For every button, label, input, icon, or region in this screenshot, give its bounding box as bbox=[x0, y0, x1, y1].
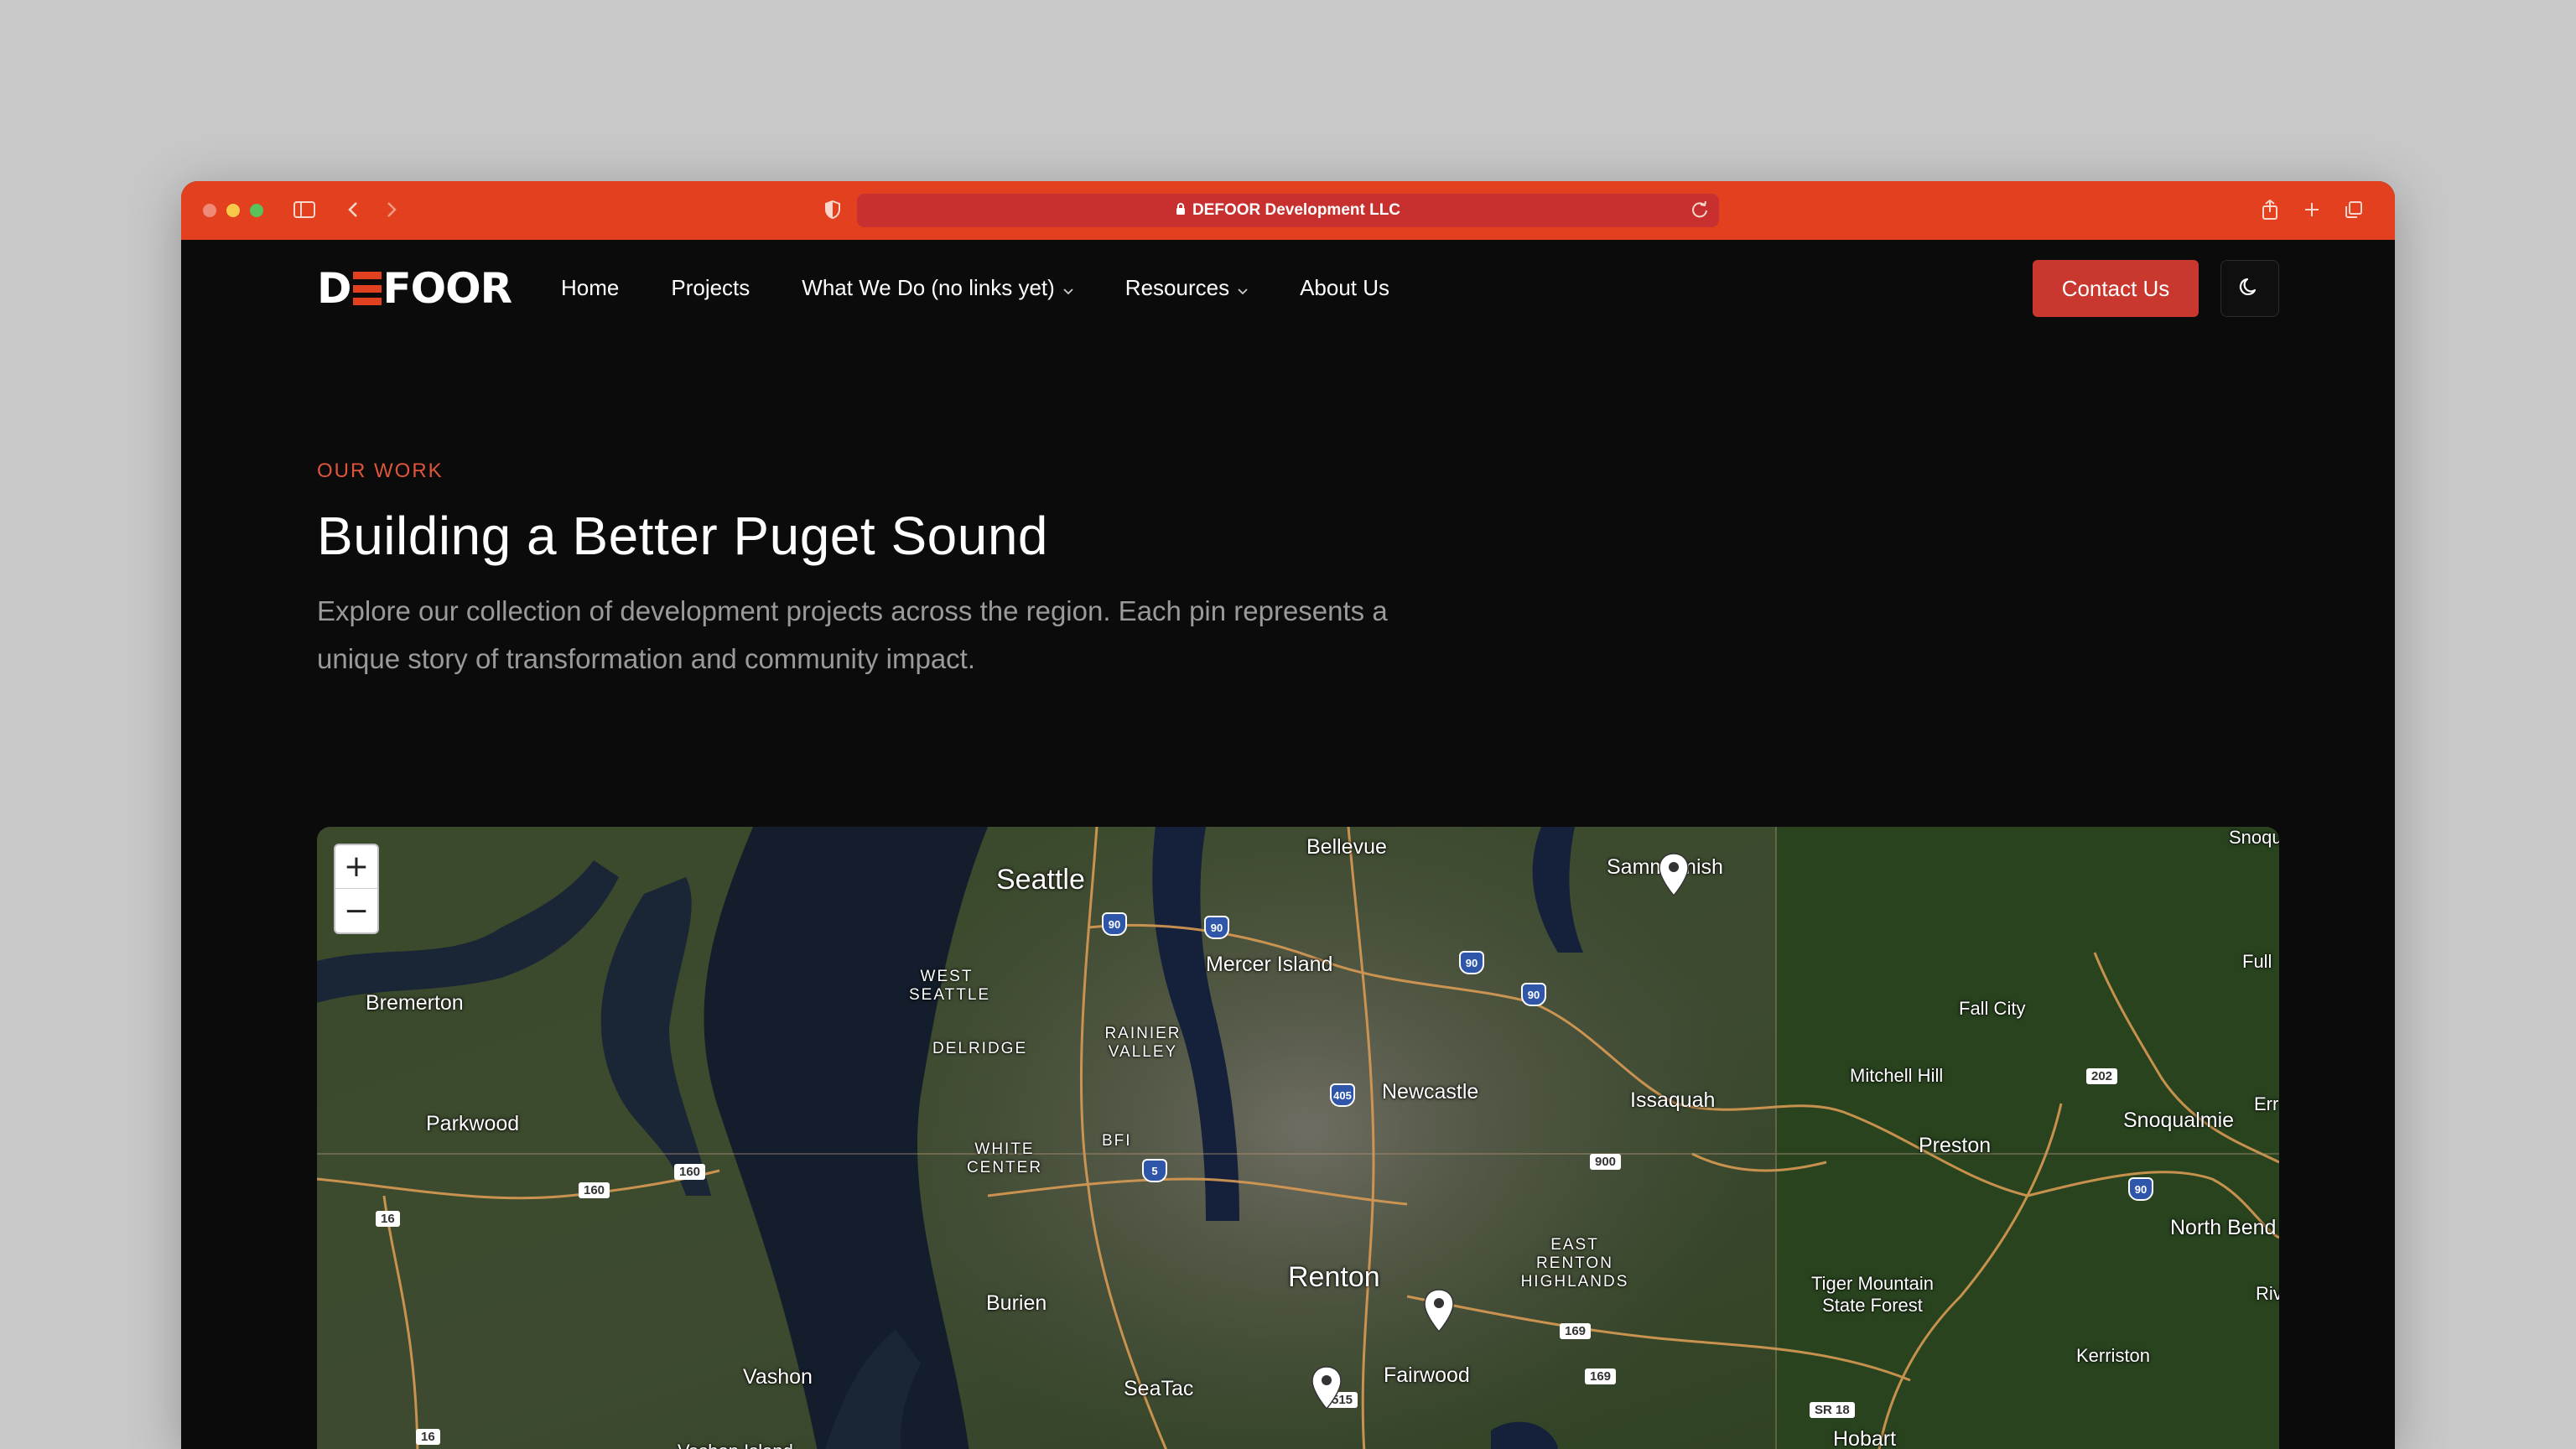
map-label-newcastle: Newcastle bbox=[1382, 1080, 1479, 1104]
route-shield-i5: 5 bbox=[1142, 1159, 1167, 1182]
logo-letter-d: D bbox=[317, 264, 352, 313]
nav-home[interactable]: Home bbox=[561, 275, 619, 301]
route-shield-169: 169 bbox=[1560, 1323, 1592, 1339]
close-window-button[interactable] bbox=[203, 204, 216, 217]
map-label-seatac: SeaTac bbox=[1124, 1377, 1194, 1400]
project-pin-seatac[interactable] bbox=[1310, 1365, 1343, 1410]
new-tab-icon[interactable] bbox=[2299, 195, 2324, 225]
route-shield-i90: 90 bbox=[1459, 951, 1484, 974]
map-label-snoqualmie: Snoqualmie bbox=[2123, 1109, 2235, 1132]
route-shield-i405: 405 bbox=[1330, 1083, 1355, 1107]
map-label-tiger-mountain: Tiger Mountain State Forest bbox=[1811, 1273, 1934, 1316]
nav-resources[interactable]: Resources bbox=[1125, 275, 1248, 301]
map-label-renton: Renton bbox=[1288, 1261, 1380, 1293]
sidebar-toggle-icon[interactable] bbox=[290, 195, 319, 225]
contact-us-button[interactable]: Contact Us bbox=[2033, 260, 2199, 317]
route-shield-sr18: SR 18 bbox=[1810, 1402, 1855, 1418]
route-shield-i90: 90 bbox=[1102, 912, 1127, 936]
map-label-bellevue: Bellevue bbox=[1306, 835, 1387, 859]
map-label-riv: Riv bbox=[2256, 1283, 2279, 1304]
project-pin-sammamish[interactable] bbox=[1657, 852, 1690, 897]
section-eyebrow: OUR WORK bbox=[317, 460, 444, 482]
minimize-window-button[interactable] bbox=[226, 204, 240, 217]
route-shield-i90: 90 bbox=[1204, 916, 1229, 939]
nav-what-we-do[interactable]: What We Do (no links yet) bbox=[802, 275, 1073, 301]
map-label-parkwood: Parkwood bbox=[426, 1112, 520, 1135]
map-label-mitchell-hill: Mitchell Hill bbox=[1850, 1065, 1944, 1086]
route-shield-i90: 90 bbox=[2128, 1177, 2153, 1201]
moon-icon bbox=[2238, 275, 2262, 303]
map-label-east-renton-highlands: EAST RENTON HIGHLANDS bbox=[1520, 1236, 1629, 1291]
route-shield-160: 160 bbox=[579, 1182, 610, 1198]
map-label-kerriston: Kerriston bbox=[2076, 1345, 2151, 1366]
lock-icon bbox=[1176, 202, 1186, 220]
map-label-snoqu: Snoqu bbox=[2229, 827, 2279, 848]
page-subtitle: Explore our collection of development pr… bbox=[317, 595, 1388, 674]
map-label-issaquah: Issaquah bbox=[1630, 1088, 1716, 1112]
nav-what-we-do-label: What We Do (no links yet) bbox=[802, 274, 1055, 300]
zoom-control: + − bbox=[334, 844, 379, 934]
nav-home-label: Home bbox=[561, 274, 620, 300]
zoom-in-button[interactable]: + bbox=[335, 845, 377, 889]
map-label-north-bend: North Bend bbox=[2170, 1216, 2277, 1239]
forward-icon[interactable] bbox=[379, 195, 404, 225]
logo-text-foor: FOOR bbox=[382, 264, 513, 313]
map-label-rainier-valley: RAINIER VALLEY bbox=[1104, 1025, 1182, 1061]
map-label-preston: Preston bbox=[1919, 1134, 1992, 1157]
privacy-shield-icon[interactable] bbox=[820, 195, 845, 225]
nav-about-us[interactable]: About Us bbox=[1300, 275, 1389, 301]
route-shield-169: 169 bbox=[1585, 1368, 1617, 1384]
maximize-window-button[interactable] bbox=[250, 204, 263, 217]
map-label-burien: Burien bbox=[986, 1291, 1047, 1315]
map-label-err: Err bbox=[2254, 1093, 2279, 1114]
route-shield-160: 160 bbox=[674, 1164, 706, 1180]
page-content: D FOOR Home Projects What We Do (no link… bbox=[181, 240, 2395, 1449]
share-icon[interactable] bbox=[2257, 195, 2283, 225]
address-text: DEFOOR Development LLC bbox=[1192, 201, 1401, 219]
map-label-west-seattle: WEST SEATTLE bbox=[909, 968, 991, 1004]
address-bar[interactable]: DEFOOR Development LLC bbox=[857, 194, 1719, 227]
route-shield-900: 900 bbox=[1590, 1154, 1622, 1170]
map-label-mercer-island: Mercer Island bbox=[1206, 953, 1333, 976]
nav-projects-label: Projects bbox=[671, 274, 750, 300]
map-label-vashon-island: Vashon Island bbox=[678, 1441, 793, 1449]
nav-resources-label: Resources bbox=[1124, 274, 1230, 300]
project-pin-renton[interactable] bbox=[1422, 1288, 1456, 1333]
zoom-out-button[interactable]: − bbox=[335, 889, 377, 932]
map-label-bfi: BFI bbox=[1102, 1132, 1132, 1150]
map-label-full: Full bbox=[2242, 951, 2272, 972]
nav-projects[interactable]: Projects bbox=[671, 275, 750, 301]
tab-overview-icon[interactable] bbox=[2341, 195, 2366, 225]
map-label-white-center: WHITE CENTER bbox=[966, 1140, 1043, 1176]
theme-toggle-button[interactable] bbox=[2220, 260, 2279, 317]
map-label-bremerton: Bremerton bbox=[366, 991, 464, 1015]
logo-e-bars bbox=[352, 272, 382, 305]
route-shield-16: 16 bbox=[376, 1211, 400, 1227]
route-shield-16: 16 bbox=[416, 1429, 440, 1445]
main-nav: Home Projects What We Do (no links yet) … bbox=[561, 240, 1441, 335]
reload-icon[interactable] bbox=[1689, 199, 1711, 225]
map-label-seattle: Seattle bbox=[996, 864, 1085, 896]
page-title: Building a Better Puget Sound bbox=[317, 506, 1048, 566]
projects-map[interactable]: + − Seattle Bellevue Sammamish Mercer Is… bbox=[317, 827, 2279, 1449]
map-label-vashon: Vashon bbox=[743, 1365, 813, 1389]
map-label-hobart: Hobart bbox=[1833, 1427, 1897, 1449]
chevron-down-icon bbox=[1238, 275, 1248, 301]
chevron-down-icon bbox=[1063, 275, 1073, 301]
route-shield-i90: 90 bbox=[1521, 983, 1546, 1006]
map-label-fall-city: Fall City bbox=[1959, 998, 2026, 1019]
map-label-delridge: DELRIDGE bbox=[932, 1040, 1028, 1057]
map-label-fairwood: Fairwood bbox=[1384, 1363, 1470, 1387]
browser-window: DEFOOR Development LLC D FOOR Home Proje… bbox=[181, 181, 2395, 1449]
back-icon[interactable] bbox=[340, 195, 366, 225]
nav-about-label: About Us bbox=[1300, 274, 1390, 300]
defoor-logo[interactable]: D FOOR bbox=[317, 264, 513, 313]
route-shield-202: 202 bbox=[2086, 1068, 2118, 1084]
browser-titlebar: DEFOOR Development LLC bbox=[181, 181, 2395, 240]
